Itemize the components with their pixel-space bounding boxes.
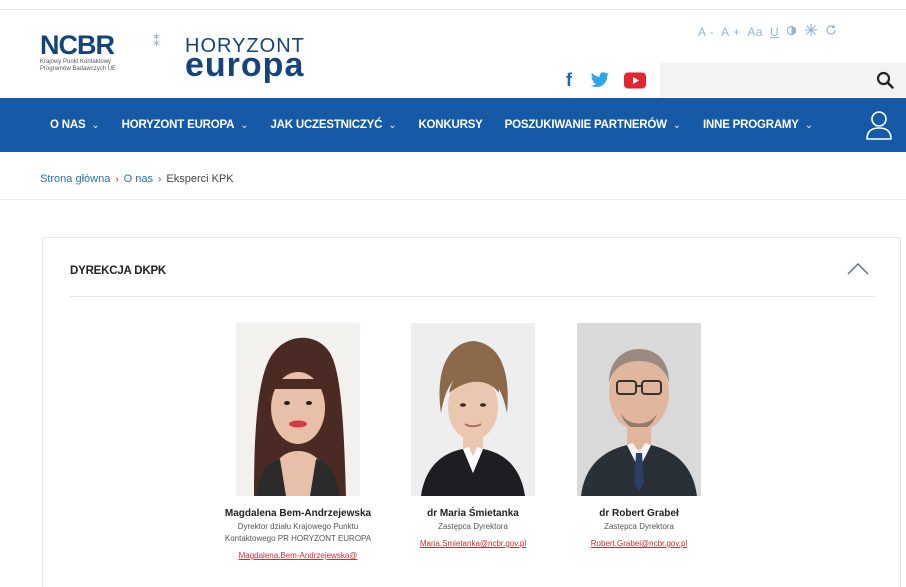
nav-item-label: INNE PROGRAMY [702, 119, 799, 131]
person-photo [577, 323, 701, 496]
nav-menu: O NAS ⌄ HORYZONT EUROPA ⌄ JAK UCZESTNICZYĆ… [0, 119, 835, 131]
person-role: Zastępca Dyrektora [393, 521, 553, 533]
accordion-panel-dyrekcja: DYREKCJA DKPK Magdalena Bem-Andrzejewska [42, 237, 901, 587]
person-role: Dyrektor działu Krajowego Punktu Kontakt… [219, 521, 377, 545]
panel-title: DYREKCJA DKPK [70, 265, 167, 277]
contrast-icon[interactable] [786, 25, 797, 39]
person-email-link[interactable]: Maria.Smietanka@ncbr.gov.pl [420, 539, 526, 548]
breadcrumb-separator-icon: › [115, 173, 119, 185]
ncbr-subtitle-line1: Krajowy Punkt Kontaktowy [40, 59, 112, 65]
search-box [660, 63, 906, 97]
person-email-link[interactable]: Magdalena.Bem-Andrzejewska@ [239, 551, 358, 560]
user-account-icon[interactable] [864, 109, 894, 141]
nav-item-poszukiwanie-partnerow[interactable]: POSZUKIWANIE PARTNERÓW ⌄ [504, 119, 682, 131]
breadcrumb: Strona główna › O nas › Eksperci KPK [40, 173, 234, 185]
search-icon[interactable] [876, 71, 894, 89]
top-border [0, 9, 906, 10]
person-role: Zastępca Dyrektora [559, 521, 719, 533]
nav-item-label: O NAS [50, 119, 86, 131]
brightness-icon[interactable] [804, 23, 818, 40]
person-role-line1: Zastępca Dyrektora [604, 522, 674, 531]
chevron-down-icon: ⌄ [804, 119, 813, 131]
chevron-down-icon: ⌄ [240, 119, 249, 131]
he-logo-bottom: europa [185, 46, 305, 84]
person-name: Magdalena Bem-Andrzejewska [224, 508, 372, 519]
person-email-link[interactable]: Robert.Grabel@ncbr.gov.pl [591, 539, 687, 548]
twitter-icon[interactable] [590, 72, 610, 89]
chevron-up-icon[interactable] [846, 260, 870, 276]
ncbr-logo-text: NCBR [40, 30, 115, 60]
nav-item-o-nas[interactable]: O NAS ⌄ [50, 119, 100, 131]
horizon-europe-logo[interactable]: HORYZONT europa [185, 36, 305, 84]
nav-item-jak-uczestniczyc[interactable]: JAK UCZESTNICZYĆ ⌄ [270, 119, 396, 131]
chevron-down-icon: ⌄ [388, 119, 397, 131]
breadcrumb-home-link[interactable]: Strona główna [40, 173, 110, 185]
nav-item-konkursy[interactable]: KONKURSY [418, 119, 482, 131]
nav-item-label: HORYZONT EUROPA [121, 119, 235, 131]
person-card: dr Robert Grabeł Zastępca Dyrektora Robe… [559, 323, 719, 551]
youtube-icon[interactable] [624, 72, 646, 89]
person-photo [236, 323, 360, 496]
ncbr-logo-mark-icon: ⁑ [153, 33, 160, 49]
accessibility-controls: A - A + Aa U [698, 23, 837, 40]
nav-item-label: KONKURSY [418, 119, 483, 131]
nav-item-horyzont-europa[interactable]: HORYZONT EUROPA ⌄ [122, 119, 249, 131]
ncbr-logo-subtitle: Krajowy Punkt Kontaktowy Programów Badaw… [40, 59, 160, 73]
breadcrumb-o-nas-link[interactable]: O nas [124, 173, 153, 185]
person-role-line1: Dyrektor działu Krajowego Punktu [237, 522, 359, 531]
nav-item-label: JAK UCZESTNICZYĆ [270, 119, 383, 131]
font-decrease-button[interactable]: A - [698, 25, 714, 39]
nav-item-inne-programy[interactable]: INNE PROGRAMY ⌄ [703, 119, 813, 131]
nav-item-label: POSZUKIWANIE PARTNERÓW [504, 119, 667, 131]
person-photo [411, 323, 535, 496]
social-links: f [562, 70, 646, 91]
search-input[interactable] [660, 63, 860, 97]
facebook-icon[interactable]: f [562, 70, 576, 91]
person-role-line1: Zastępca Dyrektora [438, 522, 508, 531]
reset-icon[interactable] [825, 24, 837, 39]
ncbr-logo[interactable]: NCBR ⁑ Krajowy Punkt Kontaktowy Programó… [40, 32, 160, 73]
font-increase-button[interactable]: A + [721, 25, 740, 39]
breadcrumb-current: Eksperci KPK [166, 173, 234, 185]
breadcrumb-separator-icon: › [158, 173, 162, 185]
ncbr-subtitle-line2: Programów Badawczych UE [40, 66, 117, 72]
person-role-line2: Kontaktowego PR HORYZONT EUROPA [224, 534, 372, 543]
main-navigation: O NAS ⌄ HORYZONT EUROPA ⌄ JAK UCZESTNICZYĆ… [0, 98, 906, 152]
chevron-down-icon: ⌄ [91, 119, 100, 131]
font-style-button[interactable]: Aa [747, 25, 763, 39]
divider [0, 199, 906, 200]
person-name: dr Maria Śmietanka [427, 508, 519, 519]
person-card: dr Maria Śmietanka Zastępca Dyrektora Ma… [393, 323, 553, 551]
person-name: dr Robert Grabeł [599, 508, 679, 519]
person-card: Magdalena Bem-Andrzejewska Dyrektor dzia… [219, 323, 377, 563]
chevron-down-icon: ⌄ [672, 119, 681, 131]
divider [70, 296, 875, 297]
underline-links-button[interactable]: U [770, 25, 779, 39]
